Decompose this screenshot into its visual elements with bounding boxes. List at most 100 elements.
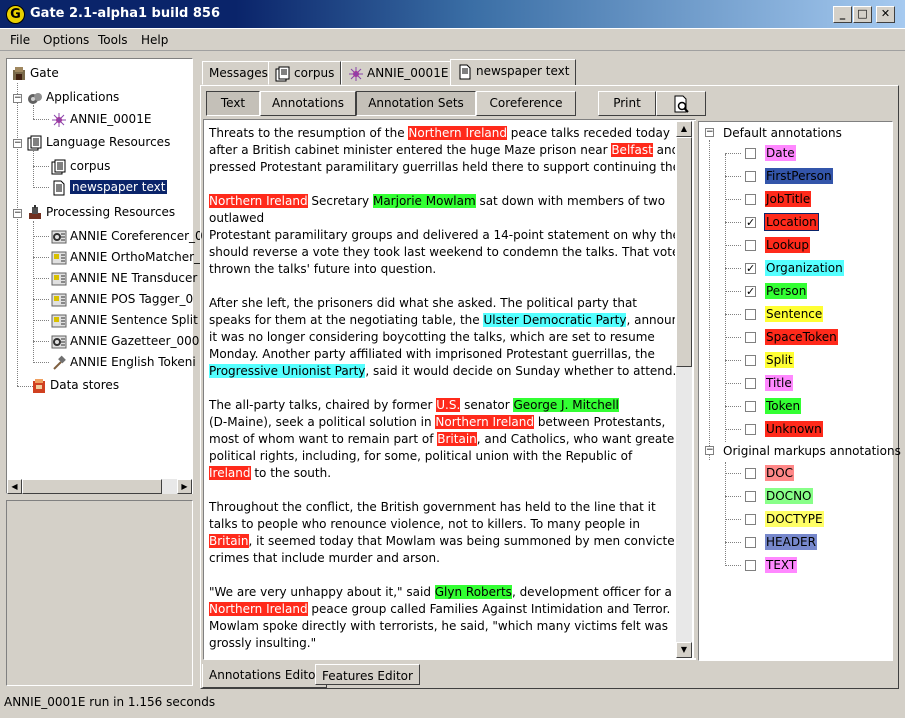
collapse-applications-toggle[interactable]: − <box>13 94 22 103</box>
annotation-sets-toggle-button[interactable]: Annotation Sets <box>356 91 476 116</box>
tree-item-newspaper-text[interactable]: newspaper text <box>51 177 168 197</box>
annotation-type-checkbox[interactable] <box>745 355 756 366</box>
markup-type-doctype[interactable]: DOCTYPE <box>743 508 824 531</box>
search-document-button[interactable] <box>656 91 706 116</box>
annotation-highlight-red[interactable]: Northern Ireland <box>209 602 308 616</box>
annotation-type-checkbox[interactable] <box>745 332 756 343</box>
annotation-type-location[interactable]: ✓ Location <box>743 211 819 234</box>
tree-item-corpus[interactable]: corpus <box>51 156 110 176</box>
tab-annotations-editor[interactable]: Annotations Editor <box>202 664 328 688</box>
annotations-toggle-button[interactable]: Annotations <box>260 91 356 116</box>
tree-item-pr-tokeniser[interactable]: ANNIE English Tokeni <box>51 352 196 372</box>
maximize-button[interactable]: □ <box>853 6 872 23</box>
horizontal-scroll-thumb[interactable] <box>22 479 162 494</box>
annotation-type-checkbox[interactable] <box>745 424 756 435</box>
tree-item-pr-pos-tagger[interactable]: ANNIE POS Tagger_0 <box>51 289 193 309</box>
annotation-type-unknown[interactable]: Unknown <box>743 418 823 441</box>
annotation-highlight-red[interactable]: Belfast <box>611 143 653 157</box>
document-vertical-scrollbar[interactable]: ▲ ▼ <box>676 121 692 658</box>
annotation-type-checkbox[interactable]: ✓ <box>745 263 756 274</box>
annotation-type-date[interactable]: Date <box>743 142 796 165</box>
tree-item-pr-coreferencer[interactable]: ANNIE Coreferencer_0 <box>51 226 203 246</box>
annotation-type-title[interactable]: Title <box>743 372 793 395</box>
annotation-type-sentence[interactable]: Sentence <box>743 303 824 326</box>
tree-item-pr-orthomatcher[interactable]: ANNIE OrthoMatcher_ <box>51 247 200 267</box>
annotation-type-checkbox[interactable]: ✓ <box>745 286 756 297</box>
markup-type-header[interactable]: HEADER <box>743 531 817 554</box>
annotation-highlight-red[interactable]: Britain <box>209 534 249 548</box>
annotation-type-checkbox[interactable] <box>745 194 756 205</box>
tree-item-pr-ne-transducer[interactable]: ANNIE NE Transducer <box>51 268 197 288</box>
annotation-type-checkbox[interactable] <box>745 309 756 320</box>
scroll-down-button[interactable]: ▼ <box>676 642 692 658</box>
collapse-default-annotations-toggle[interactable]: − <box>705 128 714 137</box>
annotation-type-person[interactable]: ✓ Person <box>743 280 808 303</box>
print-button[interactable]: Print <box>598 91 656 116</box>
tree-item-annie-app[interactable]: ANNIE_0001E <box>51 109 151 129</box>
tree-processing-resources[interactable]: Processing Resources <box>27 202 175 222</box>
annotation-highlight-cyan[interactable]: Progressive Unionist Party <box>209 364 366 378</box>
coreference-toggle-button[interactable]: Coreference <box>476 91 576 116</box>
annotation-highlight-red[interactable]: Ireland <box>209 466 251 480</box>
annotation-highlight-red[interactable]: Northern Ireland <box>435 415 534 429</box>
tree-item-pr-gazetteer[interactable]: ANNIE Gazetteer_000 <box>51 331 199 351</box>
collapse-original-markups-toggle[interactable]: − <box>705 446 714 455</box>
annotation-type-split[interactable]: Split <box>743 349 794 372</box>
annotation-type-checkbox[interactable] <box>745 491 756 502</box>
annotation-highlight-red[interactable]: U.S. <box>436 398 461 412</box>
markup-type-text[interactable]: TEXT <box>743 554 798 577</box>
annotation-type-jobtitle[interactable]: JobTitle <box>743 188 812 211</box>
scroll-up-button[interactable]: ▲ <box>676 121 692 137</box>
annotation-type-checkbox[interactable]: ✓ <box>745 217 756 228</box>
annotation-type-checkbox[interactable] <box>745 560 756 571</box>
tab-corpus[interactable]: corpus <box>268 61 342 85</box>
markup-type-doc[interactable]: DOC <box>743 462 795 485</box>
tab-annie-app[interactable]: ANNIE_0001E <box>341 61 456 85</box>
resource-tree[interactable]: Gate − Applications ANNIE_0001E − Langua… <box>6 58 203 494</box>
annotation-type-spacetoken[interactable]: SpaceToken <box>743 326 838 349</box>
tree-item-pr-sentence-splitter[interactable]: ANNIE Sentence Split <box>51 310 198 330</box>
annotation-highlight-red[interactable]: Northern Ireland <box>209 194 308 208</box>
annotation-highlight-red[interactable]: Britain <box>437 432 477 446</box>
scroll-right-button[interactable]: ▶ <box>177 479 192 494</box>
tree-applications[interactable]: Applications <box>27 87 119 107</box>
annotation-highlight-green[interactable]: George J. Mitchell <box>513 398 619 412</box>
annotation-highlight-red[interactable]: Northern Ireland <box>408 126 507 140</box>
vertical-scroll-thumb[interactable] <box>676 137 692 367</box>
annotation-sets-panel[interactable]: − Default annotations − Original markups… <box>698 121 901 661</box>
annotation-type-lookup[interactable]: Lookup <box>743 234 810 257</box>
text-toggle-button[interactable]: Text <box>206 91 260 116</box>
annotation-type-checkbox[interactable] <box>745 148 756 159</box>
tree-language-resources[interactable]: Language Resources <box>27 132 170 152</box>
annotation-type-checkbox[interactable] <box>745 468 756 479</box>
annotation-type-organization[interactable]: ✓ Organization <box>743 257 844 280</box>
tab-features-editor[interactable]: Features Editor <box>315 664 420 685</box>
tree-root-gate[interactable]: Gate <box>11 63 59 83</box>
tab-messages[interactable]: Messages <box>202 61 275 85</box>
annotation-highlight-green[interactable]: Glyn Roberts <box>434 585 512 599</box>
annotation-highlight-green[interactable]: Marjorie Mowlam <box>372 194 476 208</box>
annotation-type-checkbox[interactable] <box>745 537 756 548</box>
annotation-type-checkbox[interactable] <box>745 378 756 389</box>
annotation-highlight-cyan[interactable]: Ulster Democratic Party <box>483 313 627 327</box>
menu-file[interactable]: File <box>10 33 30 47</box>
annotation-type-checkbox[interactable] <box>745 240 756 251</box>
annotation-type-checkbox[interactable] <box>745 514 756 525</box>
original-markups-set[interactable]: Original markups annotations <box>723 440 901 463</box>
tab-newspaper-text[interactable]: newspaper text <box>450 59 577 86</box>
menu-options[interactable]: Options <box>43 33 89 47</box>
markup-type-docno[interactable]: DOCNO <box>743 485 813 508</box>
menu-help[interactable]: Help <box>141 33 168 47</box>
annotation-type-checkbox[interactable] <box>745 401 756 412</box>
menu-tools[interactable]: Tools <box>98 33 128 47</box>
annotation-type-firstperson[interactable]: FirstPerson <box>743 165 833 188</box>
collapse-processing-resources-toggle[interactable]: − <box>13 209 22 218</box>
document-text-area[interactable]: Threats to the resumption of the Norther… <box>205 121 675 658</box>
title-bar[interactable]: G Gate 2.1-alpha1 build 856 _ □ ✕ <box>0 0 905 29</box>
tree-horizontal-scrollbar[interactable]: ◀ ▶ <box>7 479 192 494</box>
close-button[interactable]: ✕ <box>876 6 895 23</box>
minimize-button[interactable]: _ <box>833 6 852 23</box>
annotation-type-checkbox[interactable] <box>745 171 756 182</box>
tree-data-stores[interactable]: Data stores <box>31 375 119 395</box>
collapse-language-resources-toggle[interactable]: − <box>13 139 22 148</box>
